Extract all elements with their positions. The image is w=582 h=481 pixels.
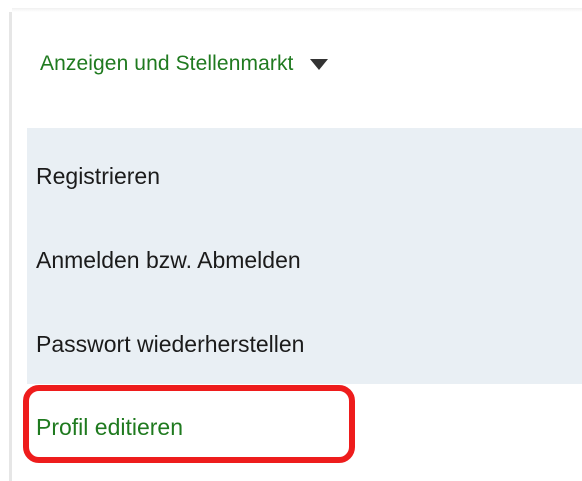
submenu-item-registrieren[interactable]: Registrieren xyxy=(36,163,160,190)
menu-panel: Anzeigen und Stellenmarkt Registrieren A… xyxy=(0,0,582,481)
submenu-item-anmelden-abmelden[interactable]: Anmelden bzw. Abmelden xyxy=(36,247,301,274)
submenu-item-profil-editieren[interactable]: Profil editieren xyxy=(36,414,183,441)
menu-header-anzeigen-stellenmarkt[interactable]: Anzeigen und Stellenmarkt xyxy=(40,44,328,84)
panel-left-border xyxy=(9,12,12,481)
submenu-item-passwort-wiederherstellen[interactable]: Passwort wiederherstellen xyxy=(36,331,304,358)
panel-top-edge xyxy=(12,8,582,12)
menu-header-label: Anzeigen und Stellenmarkt xyxy=(40,52,294,75)
caret-down-icon[interactable] xyxy=(309,58,328,70)
